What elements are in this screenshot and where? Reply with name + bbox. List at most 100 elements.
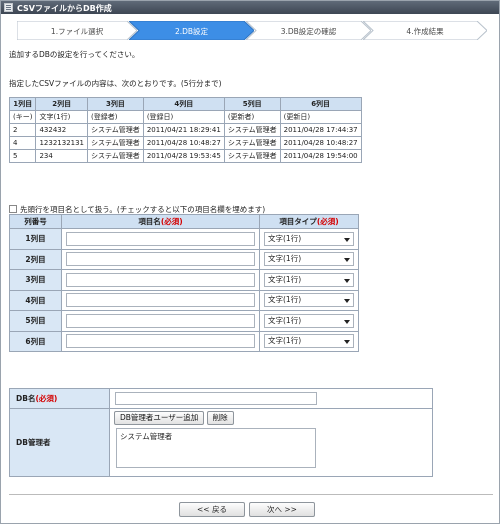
row-label: 5列目 xyxy=(9,310,62,332)
table-cell: (登録者) xyxy=(87,110,144,124)
required-mark: (必須) xyxy=(35,394,58,403)
db-name-input[interactable] xyxy=(115,392,317,405)
db-name-label: DB名(必須) xyxy=(9,388,110,409)
table-cell: 文字(1行) xyxy=(35,110,89,124)
table-cell: 1232132131 xyxy=(35,136,89,150)
db-settings-table: DB名(必須) DB管理者 DB管理者ユーザー追加 削除 システム管理者 xyxy=(9,388,433,477)
chevron-down-icon xyxy=(344,278,350,283)
step-4-label: 4.作成結果 xyxy=(406,27,444,36)
table-cell: 2011/04/21 18:29:41 xyxy=(142,123,225,137)
table-row: 6列目 文字(1行) xyxy=(9,330,359,352)
column-type-select-2[interactable]: 文字(1行) xyxy=(264,252,354,267)
type-cell: 文字(1行) xyxy=(259,310,359,332)
table-row: 1列目 文字(1行) xyxy=(9,228,359,250)
chevron-down-icon xyxy=(344,299,350,304)
step-2: 2.DB設定 xyxy=(129,21,254,40)
required-mark: (必須) xyxy=(160,217,183,226)
table-cell: 2011/04/28 10:48:27 xyxy=(142,136,225,150)
delete-admin-button[interactable]: 削除 xyxy=(206,411,234,425)
select-value: 文字(1行) xyxy=(268,254,302,264)
table-row: (キー) 文字(1行) (登録者) (登録日) (更新者) (更新日) xyxy=(8,110,362,124)
column-type-select-5[interactable]: 文字(1行) xyxy=(264,313,354,328)
row-label: 3列目 xyxy=(9,269,62,291)
column-type-select-1[interactable]: 文字(1行) xyxy=(264,231,354,246)
table-cell: (登録日) xyxy=(142,110,225,124)
table-row: 4 1232132131 システム管理者 2011/04/28 10:48:27… xyxy=(8,136,362,150)
table-cell: 234 xyxy=(35,149,89,163)
select-value: 文字(1行) xyxy=(268,315,302,325)
column-number-header: 列番号 xyxy=(9,214,62,229)
table-cell: 4 xyxy=(8,136,37,150)
column-name-input-2[interactable] xyxy=(66,252,255,267)
chevron-down-icon xyxy=(344,258,350,263)
name-cell xyxy=(61,330,260,352)
table-row: 5列目 文字(1行) xyxy=(9,310,359,332)
table-cell: システム管理者 xyxy=(87,149,144,163)
column-name-input-3[interactable] xyxy=(66,272,255,287)
column-name-input-5[interactable] xyxy=(66,313,255,328)
column-type-select-6[interactable]: 文字(1行) xyxy=(264,334,354,349)
table-cell: 2011/04/28 19:54:00 xyxy=(279,149,362,163)
list-item[interactable]: システム管理者 xyxy=(120,431,312,442)
column-name-input-6[interactable] xyxy=(66,334,255,349)
next-button[interactable]: 次へ >> xyxy=(249,502,315,517)
csv-header: 4列目 xyxy=(142,97,225,111)
csv-header-row: 1列目 2列目 3列目 4列目 5列目 6列目 xyxy=(8,97,362,111)
table-row: 2 432432 システム管理者 2011/04/21 18:29:41 システ… xyxy=(8,123,362,137)
row-label: 2列目 xyxy=(9,248,62,270)
column-name-input-1[interactable] xyxy=(66,231,255,246)
row-label: 6列目 xyxy=(9,330,62,352)
table-cell: 432432 xyxy=(35,123,89,137)
add-admin-button[interactable]: DB管理者ユーザー追加 xyxy=(114,411,205,425)
column-type-select-3[interactable]: 文字(1行) xyxy=(264,272,354,287)
back-button[interactable]: << 戻る xyxy=(179,502,245,517)
first-row-checkbox[interactable] xyxy=(9,205,17,213)
db-name-row: DB名(必須) xyxy=(9,388,433,409)
table-cell: 2011/04/28 10:48:27 xyxy=(279,136,362,150)
csv-note: 指定したCSVファイルの内容は、次のとおりです。(5行分まで) xyxy=(9,79,222,88)
window-title: CSVファイルからDB作成 xyxy=(17,4,112,13)
column-type-header-text: 項目タイプ xyxy=(279,217,317,226)
select-value: 文字(1行) xyxy=(268,295,302,305)
intro-text: 追加するDBの設定を行ってください。 xyxy=(9,50,140,59)
table-cell: (キー) xyxy=(8,110,37,124)
table-cell: システム管理者 xyxy=(223,149,281,163)
select-value: 文字(1行) xyxy=(268,274,302,284)
column-name-header-text: 項目名 xyxy=(138,217,161,226)
dialog-window: CSVファイルからDB作成 1.ファイル選択 2.DB設定 3.DB設定の確認 … xyxy=(0,0,500,524)
column-type-select-4[interactable]: 文字(1行) xyxy=(264,293,354,308)
name-cell xyxy=(61,289,260,311)
table-cell: システム管理者 xyxy=(223,123,281,137)
csv-header: 3列目 xyxy=(87,97,144,111)
step-1: 1.ファイル選択 xyxy=(17,21,137,40)
csv-header: 5列目 xyxy=(223,97,281,111)
column-name-input-4[interactable] xyxy=(66,293,255,308)
step-3-label: 3.DB設定の確認 xyxy=(280,27,337,36)
table-cell: 2011/04/28 17:44:37 xyxy=(279,123,362,137)
type-cell: 文字(1行) xyxy=(259,269,359,291)
select-value: 文字(1行) xyxy=(268,233,302,243)
table-cell: (更新日) xyxy=(279,110,362,124)
step-2-label: 2.DB設定 xyxy=(174,27,209,36)
type-cell: 文字(1行) xyxy=(259,289,359,311)
footer-divider xyxy=(9,494,493,495)
step-3: 3.DB設定の確認 xyxy=(246,21,371,40)
column-type-header: 項目タイプ(必須) xyxy=(259,214,359,229)
table-cell: 5 xyxy=(8,149,37,163)
chevron-down-icon xyxy=(344,237,350,242)
first-row-option-label: 先頭行を項目名として扱う。(チェックすると以下の項目名欄を埋めます) xyxy=(20,205,266,214)
csv-header: 2列目 xyxy=(35,97,89,111)
name-cell xyxy=(61,310,260,332)
title-bar: CSVファイルからDB作成 xyxy=(1,1,499,14)
type-cell: 文字(1行) xyxy=(259,248,359,270)
window-icon xyxy=(4,3,13,12)
name-cell xyxy=(61,228,260,250)
db-admin-row: DB管理者 DB管理者ユーザー追加 削除 システム管理者 xyxy=(9,408,433,477)
select-value: 文字(1行) xyxy=(268,336,302,346)
csv-header: 6列目 xyxy=(279,97,362,111)
table-row: 3列目 文字(1行) xyxy=(9,269,359,291)
table-cell: システム管理者 xyxy=(223,136,281,150)
table-cell: システム管理者 xyxy=(87,123,144,137)
name-cell xyxy=(61,248,260,270)
admin-list[interactable]: システム管理者 xyxy=(116,428,316,468)
